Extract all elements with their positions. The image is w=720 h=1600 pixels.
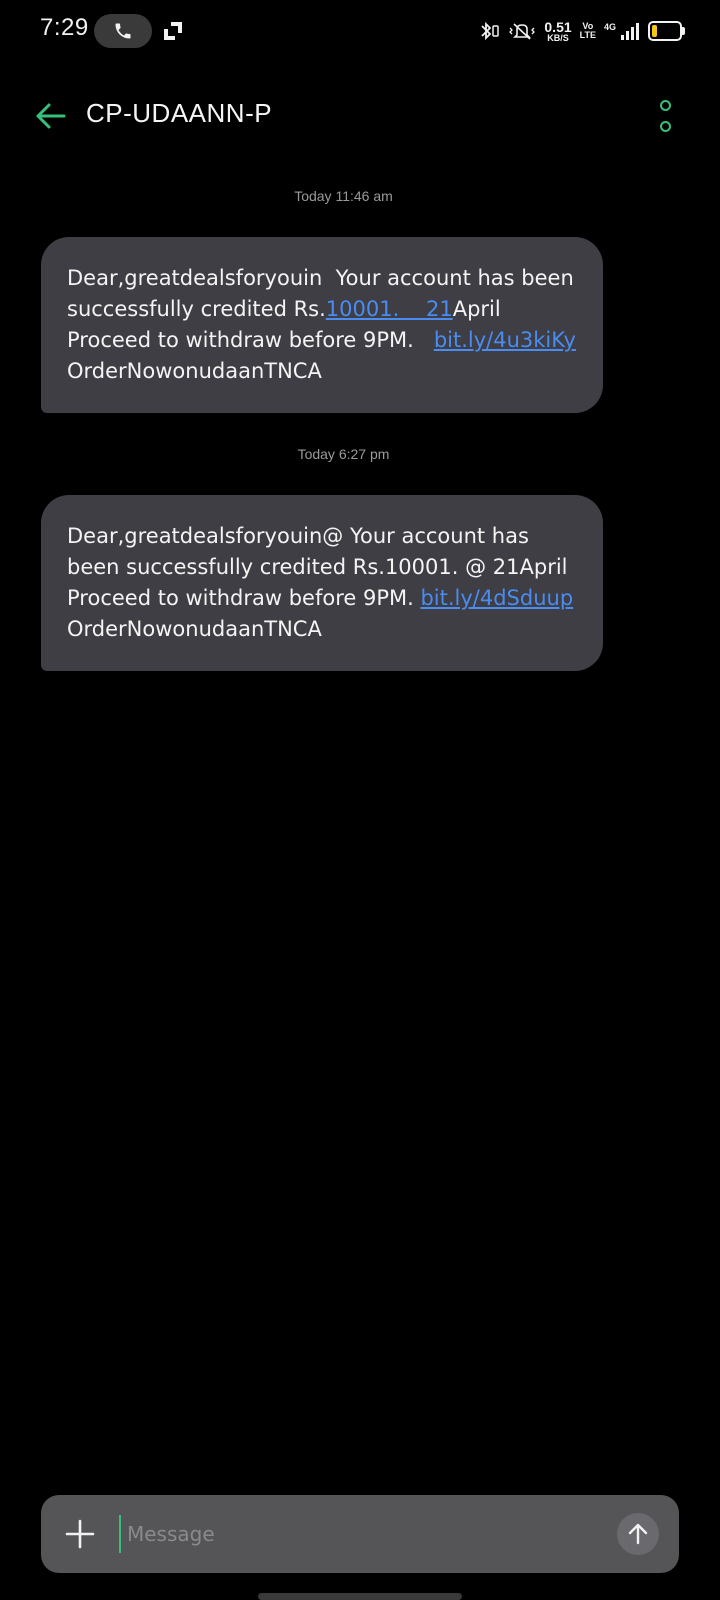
compose-bar (41, 1495, 679, 1573)
signal-icon (621, 23, 639, 40)
home-indicator[interactable] (258, 1593, 462, 1600)
back-button[interactable] (34, 99, 68, 133)
battery-tip (682, 27, 685, 35)
volte-bottom: LTE (579, 30, 596, 40)
add-attachment-button[interactable] (65, 1519, 95, 1549)
message-bubble[interactable]: Dear,greatdealsforyouin@ Your account ha… (41, 495, 603, 671)
network-speed-unit: KB/S (547, 32, 569, 43)
status-bar: 7:29 0.51 KB/S Vo LTE 4G (0, 0, 720, 62)
contact-title: CP-UDAANN-P (86, 98, 273, 128)
message-timestamp: Today 11:46 am (294, 188, 393, 204)
message-text: Dear,greatdealsforyouin Your account has… (67, 263, 579, 387)
message-timestamp: Today 6:27 pm (297, 446, 390, 462)
conversation-header: CP-UDAANN-P (0, 80, 720, 150)
ongoing-call-pill[interactable] (94, 14, 152, 48)
phone-icon (115, 23, 131, 39)
volte-indicator: Vo LTE (580, 22, 596, 40)
battery-icon (648, 21, 685, 41)
bluetooth-icon (481, 21, 500, 41)
cast-icon (164, 22, 182, 40)
battery-level (652, 25, 657, 37)
message-bubble[interactable]: Dear,greatdealsforyouin Your account has… (41, 237, 603, 413)
message-link[interactable]: 10001. 21 (326, 297, 453, 321)
arrow-up-icon (628, 1523, 648, 1545)
network-speed-value: 0.51 (544, 18, 572, 35)
message-input[interactable] (119, 1515, 529, 1553)
network-type: 4G (603, 22, 616, 32)
status-time: 7:29 (40, 14, 89, 41)
send-button[interactable] (617, 1513, 659, 1555)
message-text: Dear,greatdealsforyouin@ Your account ha… (67, 521, 579, 645)
message-link[interactable]: bit.ly/4u3kiKy (434, 328, 576, 352)
network-speed: 0.51 KB/S (544, 20, 571, 43)
more-vertical-icon (659, 100, 671, 111)
more-options-button[interactable] (658, 100, 672, 132)
vibrate-mute-icon (509, 23, 536, 40)
plus-icon (65, 1519, 95, 1549)
more-vertical-icon-dot (659, 121, 671, 132)
arrow-left-icon (36, 103, 66, 129)
message-link[interactable]: bit.ly/4dSduup (420, 586, 573, 610)
